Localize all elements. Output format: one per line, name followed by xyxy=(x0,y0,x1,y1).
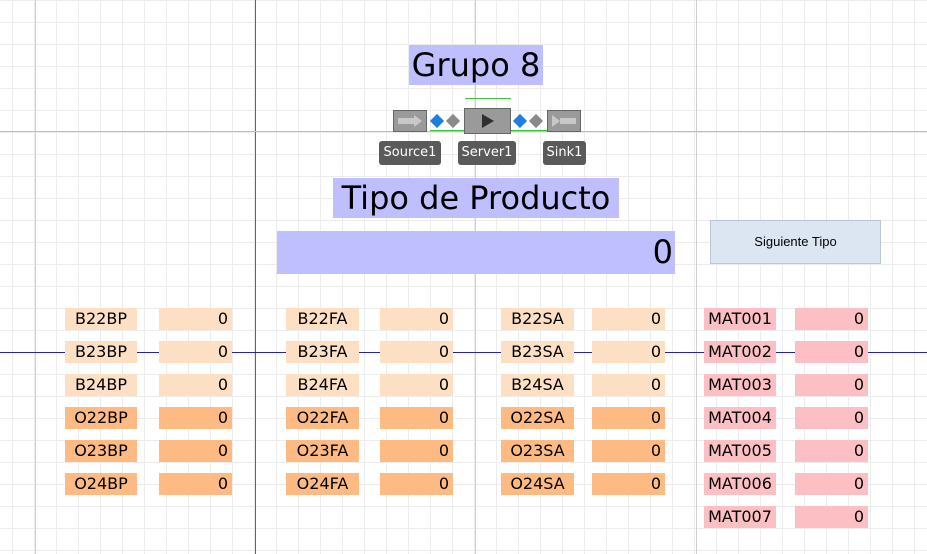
source-label: Source1 xyxy=(379,141,441,165)
sa-label: B22SA xyxy=(501,308,574,330)
sa-value: 0 xyxy=(592,407,665,429)
fa-value: 0 xyxy=(380,308,453,330)
fa-value: 0 xyxy=(380,440,453,462)
bp-value: 0 xyxy=(159,473,232,495)
sa-value: 0 xyxy=(592,341,665,363)
fa-label: O24FA xyxy=(286,473,359,495)
bp-label: O22BP xyxy=(65,407,137,429)
mat-value: 0 xyxy=(795,308,868,330)
bp-value: 0 xyxy=(159,440,232,462)
server-queue-line xyxy=(465,98,511,99)
fa-value: 0 xyxy=(380,341,453,363)
sa-value: 0 xyxy=(592,308,665,330)
fa-label: O23FA xyxy=(286,440,359,462)
sa-label: B24SA xyxy=(501,374,574,396)
bp-label: B22BP xyxy=(65,308,137,330)
bp-value: 0 xyxy=(159,407,232,429)
sa-value: 0 xyxy=(592,440,665,462)
grid-major-line-left xyxy=(35,0,36,554)
fa-label: B23FA xyxy=(286,341,359,363)
mat-label: MAT003 xyxy=(704,374,776,396)
axis-vertical-line xyxy=(255,0,256,554)
fa-label: O22FA xyxy=(286,407,359,429)
fa-value: 0 xyxy=(380,473,453,495)
sa-value: 0 xyxy=(592,473,665,495)
fa-label: B22FA xyxy=(286,308,359,330)
sa-value: 0 xyxy=(592,374,665,396)
server-icon[interactable] xyxy=(464,108,511,134)
mat-value: 0 xyxy=(795,506,868,528)
mat-value: 0 xyxy=(795,374,868,396)
mat-value: 0 xyxy=(795,407,868,429)
fa-value: 0 xyxy=(380,407,453,429)
mat-value: 0 xyxy=(795,440,868,462)
mat-label: MAT001 xyxy=(704,308,776,330)
mat-value: 0 xyxy=(795,473,868,495)
sa-label: O22SA xyxy=(501,407,574,429)
sa-label: O24SA xyxy=(501,473,574,495)
mat-value: 0 xyxy=(795,341,868,363)
bp-value: 0 xyxy=(159,308,232,330)
axis-horizontal-line xyxy=(0,352,927,353)
mat-label: MAT005 xyxy=(704,440,776,462)
bp-label: B24BP xyxy=(65,374,137,396)
sa-label: B23SA xyxy=(501,341,574,363)
sink-icon[interactable] xyxy=(547,110,581,132)
mat-label: MAT006 xyxy=(704,473,776,495)
bp-label: O23BP xyxy=(65,440,137,462)
bp-value: 0 xyxy=(159,341,232,363)
bp-label: B23BP xyxy=(65,341,137,363)
source-icon[interactable] xyxy=(393,110,427,132)
fa-value: 0 xyxy=(380,374,453,396)
sa-label: O23SA xyxy=(501,440,574,462)
bp-label: O24BP xyxy=(65,473,137,495)
product-type-value: 0 xyxy=(277,231,675,274)
fa-label: B24FA xyxy=(286,374,359,396)
mat-label: MAT004 xyxy=(704,407,776,429)
mat-label: MAT007 xyxy=(704,506,776,528)
mat-label: MAT002 xyxy=(704,341,776,363)
sink-label: Sink1 xyxy=(543,141,586,165)
product-type-title: Tipo de Producto xyxy=(333,178,619,218)
next-type-button[interactable]: Siguiente Tipo xyxy=(710,220,881,264)
bp-value: 0 xyxy=(159,374,232,396)
group-title: Grupo 8 xyxy=(409,45,543,85)
grid-major-line-right xyxy=(696,0,697,554)
server-label: Server1 xyxy=(458,141,516,165)
